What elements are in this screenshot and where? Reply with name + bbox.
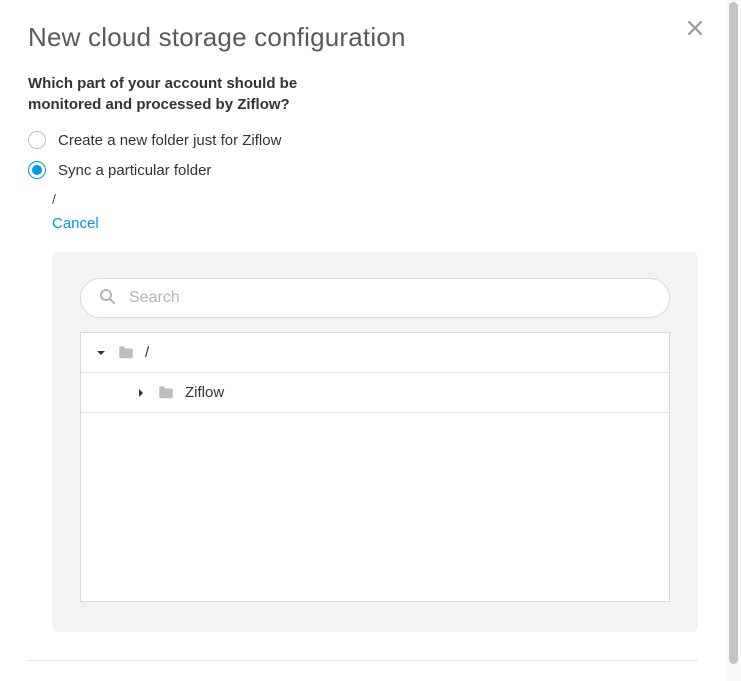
- close-icon: [687, 20, 711, 36]
- monitor-question: Which part of your account should be mon…: [28, 73, 348, 115]
- tree-child-row[interactable]: Ziflow: [81, 373, 669, 413]
- option-sync-folder-label: Sync a particular folder: [58, 162, 211, 179]
- radio-dot-icon: [32, 165, 42, 175]
- option-sync-folder[interactable]: Sync a particular folder: [28, 161, 698, 179]
- tree-child-label: Ziflow: [185, 384, 224, 401]
- tree-root-row[interactable]: /: [81, 333, 669, 373]
- search-icon: [99, 288, 115, 309]
- folder-tree: / Ziflow: [80, 332, 670, 602]
- radio-icon: [28, 161, 46, 179]
- folder-icon: [157, 384, 175, 402]
- cancel-button[interactable]: Cancel: [52, 215, 99, 232]
- search-input[interactable]: [127, 288, 651, 308]
- search-field-wrap[interactable]: [80, 278, 670, 318]
- chevron-right-icon[interactable]: [135, 387, 147, 399]
- close-button[interactable]: [687, 16, 711, 40]
- option-create-folder[interactable]: Create a new folder just for Ziflow: [28, 131, 698, 149]
- radio-icon: [28, 131, 46, 149]
- folder-picker-panel: / Ziflow: [52, 252, 698, 632]
- footer-divider: [28, 660, 698, 661]
- selected-path: /: [52, 191, 698, 207]
- folder-icon: [117, 344, 135, 362]
- vertical-scrollbar[interactable]: [726, 0, 741, 681]
- option-create-folder-label: Create a new folder just for Ziflow: [58, 132, 281, 149]
- dialog-title: New cloud storage configuration: [28, 22, 698, 53]
- chevron-down-icon[interactable]: [95, 347, 107, 359]
- tree-root-label: /: [145, 344, 149, 361]
